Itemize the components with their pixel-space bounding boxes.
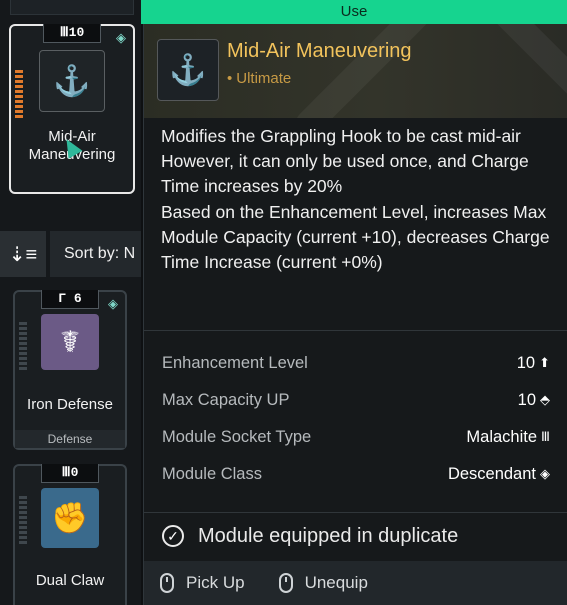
sort-by-label: Sort by: N — [64, 245, 136, 262]
dual-claw-icon: ✊ — [41, 488, 99, 548]
module-card-name: Iron Defense — [27, 396, 113, 413]
divider — [144, 512, 567, 513]
stat-value: 10 — [517, 391, 536, 409]
use-button[interactable]: Use — [141, 0, 567, 24]
stat-value-wrap: Malachite Ⅲ — [466, 424, 550, 450]
tooltip-header: ⚓ Mid-Air Maneuvering Ultimate — [144, 24, 567, 118]
capacity-icon: ⬘ — [540, 392, 550, 407]
module-title: Mid-Air Maneuvering — [227, 40, 412, 62]
sort-order-button[interactable]: ⇣≡ — [0, 231, 46, 277]
capacity-bars — [15, 70, 23, 118]
module-card-iron-defense[interactable]: Γ 6 ◈ ☤ Iron Defense Defense — [13, 290, 127, 450]
stat-label: Module Socket Type — [162, 428, 312, 446]
rutile-socket-icon: Γ — [58, 291, 74, 306]
grappling-hook-icon: ⚓ — [39, 50, 105, 112]
module-card-dual-claw[interactable]: Ⅲ0 ✊ Dual Claw — [13, 464, 127, 605]
mouse-right-icon — [278, 573, 293, 593]
stat-value-wrap: 10 ⬆ — [517, 350, 550, 376]
action-label: Pick Up — [186, 573, 245, 592]
stat-enhancement-level: Enhancement Level 10 ⬆ — [162, 350, 550, 376]
descendant-class-icon: ◈ — [108, 296, 118, 311]
descendant-class-icon: ◈ — [116, 30, 126, 45]
capacity-bars — [19, 322, 27, 370]
module-card-tag: Defense — [15, 430, 125, 448]
module-tier: Ultimate — [227, 70, 291, 87]
stat-value-wrap: 10 ⬘ — [518, 387, 550, 413]
unequip-action[interactable]: Unequip — [278, 573, 368, 593]
pick-up-action[interactable]: Pick Up — [160, 573, 245, 593]
malachite-socket-icon: Ⅲ — [59, 25, 69, 40]
description-line: Based on the Enhancement Level, increase… — [161, 201, 550, 273]
enhance-arrow-icon: ⬆ — [539, 355, 550, 370]
module-card-partial[interactable] — [10, 0, 134, 15]
duplicate-notice: ✓ Module equipped in duplicate — [162, 520, 458, 552]
module-description: Modifies the Grappling Hook to be cast m… — [161, 124, 559, 275]
sort-descending-icon: ⇣≡ — [8, 243, 38, 266]
background-emblem — [283, 24, 567, 118]
grappling-hook-icon: ⚓ — [157, 39, 219, 101]
descendant-class-icon: ◈ — [540, 466, 550, 481]
module-card-mid-air-maneuvering[interactable]: Ⅲ10 ◈ ⚓ Mid-Air Maneuvering — [9, 24, 135, 194]
module-list-column: Ⅲ10 ◈ ⚓ Mid-Air Maneuvering ⇣≡ Sort by: … — [0, 0, 141, 605]
socket-count: Γ 6 — [41, 290, 99, 309]
stat-value: Malachite — [466, 428, 538, 446]
description-line: Modifies the Grappling Hook to be cast m… — [161, 126, 521, 146]
malachite-socket-icon: Ⅲ — [541, 429, 550, 444]
action-label: Unequip — [304, 573, 368, 592]
stat-label: Module Class — [162, 465, 262, 483]
sort-by-dropdown[interactable]: Sort by: N — [50, 231, 141, 277]
description-line: However, it can only be used once, and C… — [161, 151, 529, 197]
module-card-name: Dual Claw — [35, 572, 105, 589]
iron-defense-icon: ☤ — [41, 314, 99, 370]
use-label: Use — [340, 3, 368, 20]
module-tooltip: ⚓ Mid-Air Maneuvering Ultimate Modifies … — [143, 24, 567, 605]
malachite-socket-icon: Ⅲ — [61, 465, 71, 480]
duplicate-notice-text: Module equipped in duplicate — [198, 524, 459, 547]
tooltip-actions: Pick Up Unequip — [144, 561, 567, 605]
stat-module-socket-type: Module Socket Type Malachite Ⅲ — [162, 424, 550, 450]
stat-module-class: Module Class Descendant ◈ — [162, 461, 550, 487]
stat-value: 10 — [516, 354, 536, 372]
divider — [144, 330, 567, 331]
mouse-left-icon — [160, 573, 174, 593]
stat-label: Enhancement Level — [162, 354, 308, 372]
capacity-bars — [19, 496, 27, 544]
check-circle-icon: ✓ — [162, 525, 184, 547]
socket-count: Ⅲ10 — [43, 24, 101, 43]
stat-max-capacity-up: Max Capacity UP 10 ⬘ — [162, 387, 550, 413]
stat-value-wrap: Descendant ◈ — [448, 461, 550, 487]
socket-count: Ⅲ0 — [41, 464, 99, 483]
stat-value: Descendant — [447, 465, 536, 483]
stat-label: Max Capacity UP — [162, 391, 290, 409]
